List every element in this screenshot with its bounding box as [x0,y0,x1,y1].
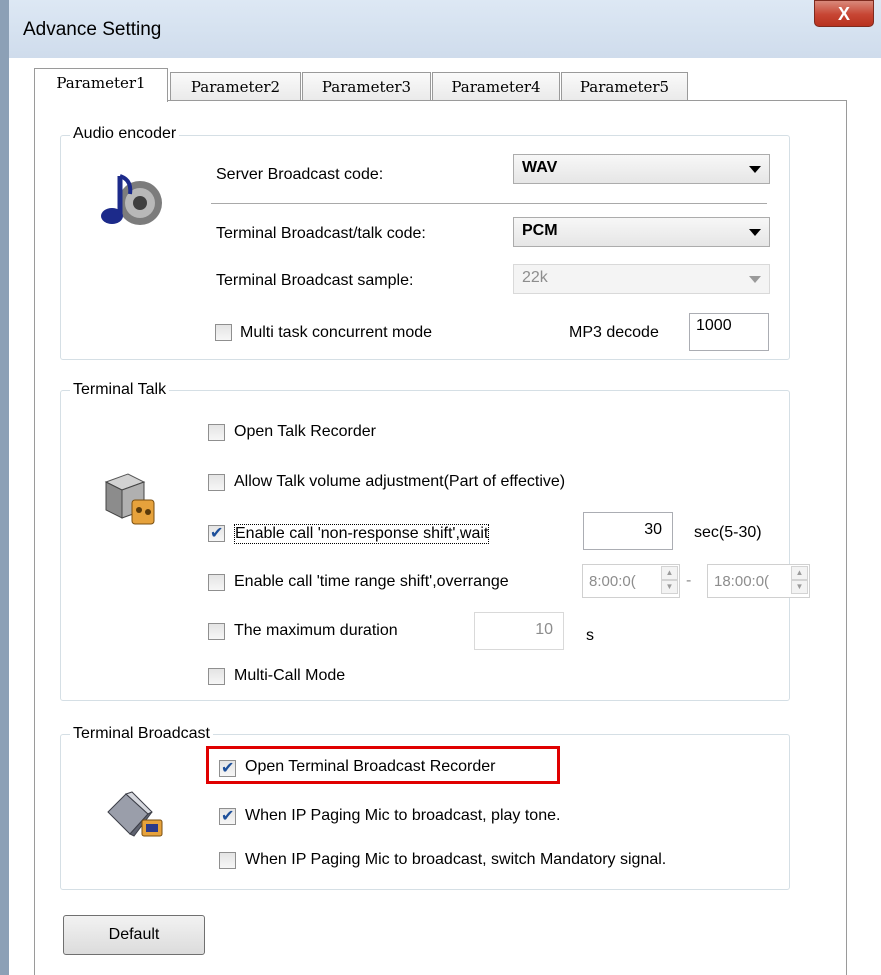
spin-up-icon[interactable]: ▲ [661,566,678,580]
non-response-shift-checkbox[interactable] [208,523,225,543]
window-edge [0,0,9,975]
tab-parameter2[interactable]: Parameter2 [170,72,301,102]
open-talk-recorder-label: Open Talk Recorder [234,423,376,440]
multi-task-label: Multi task concurrent mode [240,324,433,341]
close-button[interactable]: X [814,0,874,27]
allow-volume-label: Allow Talk volume adjustment(Part of eff… [234,473,566,490]
mandatory-signal-label: When IP Paging Mic to broadcast, switch … [245,851,667,868]
mp3-decode-value: 1000 [696,317,732,334]
wait-seconds-value: 30 [644,521,662,538]
highlight-box [206,746,560,784]
spinner-buttons[interactable]: ▲ ▼ [791,566,808,596]
terminal-sample-label: Terminal Broadcast sample: [216,272,414,289]
chevron-down-icon [749,276,761,283]
broadcast-terminal-icon [107,791,163,837]
open-talk-recorder-checkbox[interactable] [208,424,225,441]
max-duration-checkbox[interactable] [208,623,225,640]
mp3-decode-label: MP3 decode [569,324,659,341]
terminal-broadcast-group-label: Terminal Broadcast [70,725,213,743]
close-icon: X [837,4,850,24]
wait-seconds-unit: sec(5-30) [694,524,762,541]
talk-terminal-icon [104,473,155,525]
tab-parameter3[interactable]: Parameter3 [302,72,431,102]
terminal-sample-value: 22k [522,269,548,286]
time-range-shift-label: Enable call 'time range shift',overrange [234,573,509,590]
terminal-sample-select[interactable]: 22k [513,264,770,294]
max-duration-value: 10 [535,621,553,638]
mp3-decode-input[interactable]: 1000 [689,313,769,351]
max-duration-label: The maximum duration [234,622,398,639]
multi-call-mode-checkbox[interactable] [208,668,225,685]
window-title: Advance Setting [23,19,162,40]
chevron-down-icon [749,166,761,173]
max-duration-unit: s [586,627,594,644]
multi-call-mode-label: Multi-Call Mode [234,667,346,684]
play-tone-checkbox[interactable] [219,806,236,826]
terminal-code-select[interactable]: PCM [513,217,770,247]
wait-seconds-input[interactable]: 30 [583,512,673,550]
time-range-start-spinner[interactable]: 8:00:0( ▲ ▼ [582,564,680,598]
chevron-down-icon [749,229,761,236]
play-tone-label: When IP Paging Mic to broadcast, play to… [245,807,561,824]
server-broadcast-code-select[interactable]: WAV [513,154,770,184]
terminal-code-value: PCM [522,222,558,239]
terminal-talk-group-label: Terminal Talk [70,381,170,399]
mandatory-signal-checkbox[interactable] [219,852,236,869]
tab-parameter1[interactable]: Parameter1 [34,68,168,102]
time-range-separator: - [686,572,692,589]
time-range-start-value: 8:00:0( [589,573,636,590]
spin-up-icon[interactable]: ▲ [791,566,808,580]
audio-encoder-group-label: Audio encoder [70,125,180,143]
tab-parameter5[interactable]: Parameter5 [561,72,688,102]
spinner-buttons[interactable]: ▲ ▼ [661,566,678,596]
audio-separator [211,203,767,205]
advance-setting-dialog: Advance Setting X Parameter1 Parameter2 … [0,0,881,975]
spin-down-icon[interactable]: ▼ [791,580,808,594]
music-speaker-icon [101,174,162,225]
non-response-shift-label: Enable call 'non-response shift',wait [234,524,490,544]
spin-down-icon[interactable]: ▼ [661,580,678,594]
title-bar[interactable]: Advance Setting X [9,0,881,58]
time-range-end-spinner[interactable]: 18:00:0( ▲ ▼ [707,564,810,598]
allow-volume-checkbox[interactable] [208,474,225,491]
terminal-talk-group [60,390,790,701]
time-range-shift-checkbox[interactable] [208,574,225,591]
multi-task-checkbox[interactable] [215,324,232,341]
max-duration-input[interactable]: 10 [474,612,564,650]
server-broadcast-code-label: Server Broadcast code: [216,166,384,183]
time-range-end-value: 18:00:0( [714,573,770,590]
default-button[interactable]: Default [63,915,205,955]
tab-parameter4[interactable]: Parameter4 [432,72,560,102]
terminal-code-label: Terminal Broadcast/talk code: [216,225,426,242]
server-broadcast-code-value: WAV [522,159,558,176]
